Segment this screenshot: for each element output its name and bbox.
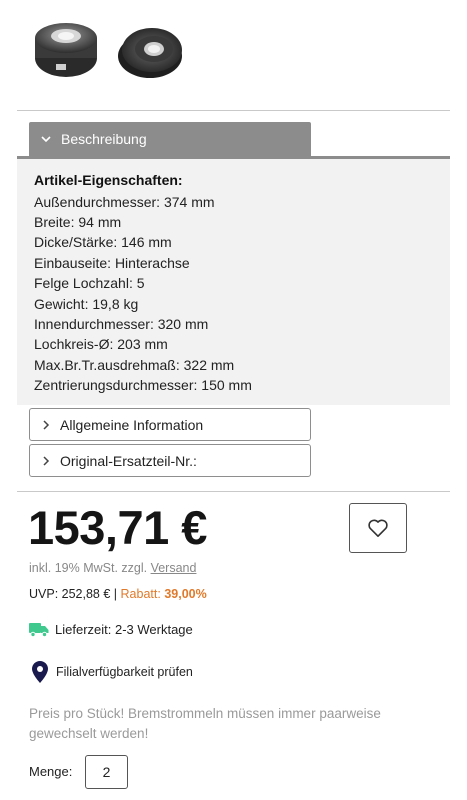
shipping-link[interactable]: Versand bbox=[151, 561, 197, 575]
discount-value: 39,00% bbox=[164, 587, 207, 601]
property-row: Innendurchmesser: 320 mm bbox=[34, 315, 209, 332]
uvp-price: UVP: 252,88 € bbox=[29, 587, 111, 601]
brake-drum-icon bbox=[35, 23, 97, 77]
article-properties: Artikel-Eigenschaften: Außendurchmesser:… bbox=[17, 159, 450, 405]
delivery-time: Lieferzeit: 2-3 Werktage bbox=[29, 621, 193, 637]
discount-label: Rabatt: bbox=[120, 587, 161, 601]
accordion-label: Allgemeine Information bbox=[60, 416, 204, 433]
uvp-separator: | bbox=[110, 587, 121, 601]
brake-drum-icon bbox=[118, 28, 182, 78]
property-row: Dicke/Stärke: 146 mm bbox=[34, 234, 172, 251]
wishlist-button[interactable] bbox=[349, 503, 407, 553]
property-row: Max.Br.Tr.ausdrehmaß: 322 mm bbox=[34, 356, 235, 373]
divider bbox=[17, 491, 450, 492]
price: 153,71 € bbox=[28, 501, 207, 554]
delivery-text: Lieferzeit: 2-3 Werktage bbox=[55, 621, 193, 637]
property-row: Zentrierungsdurchmesser: 150 mm bbox=[34, 377, 252, 394]
location-pin-icon bbox=[32, 661, 48, 683]
divider bbox=[17, 110, 450, 111]
property-row: Einbauseite: Hinterachse bbox=[34, 254, 190, 271]
store-text: Filialverfügbarkeit prüfen bbox=[56, 665, 193, 679]
product-thumbnail[interactable] bbox=[28, 16, 104, 86]
chevron-down-icon bbox=[41, 136, 51, 143]
property-row: Gewicht: 19,8 kg bbox=[34, 295, 139, 312]
heart-icon bbox=[368, 519, 388, 537]
property-row: Breite: 94 mm bbox=[34, 213, 122, 230]
quantity-label: Menge: bbox=[29, 764, 73, 779]
product-thumbnail[interactable] bbox=[112, 16, 188, 86]
uvp-line: UVP: 252,88 € | Rabatt: 39,00% bbox=[29, 587, 207, 601]
accordion-allgemeine-information[interactable]: Allgemeine Information bbox=[29, 408, 311, 441]
truck-icon bbox=[29, 623, 49, 637]
property-row: Lochkreis-Ø: 203 mm bbox=[34, 336, 168, 353]
chevron-right-icon bbox=[43, 419, 50, 430]
tab-label: Beschreibung bbox=[61, 131, 147, 147]
discount: Rabatt: 39,00% bbox=[121, 587, 207, 601]
store-availability-link[interactable]: Filialverfügbarkeit prüfen bbox=[32, 661, 193, 683]
pair-replacement-note: Preis pro Stück! Bremstrommeln müssen im… bbox=[29, 706, 381, 741]
tax-note: inkl. 19% MwSt. zzgl. Versand bbox=[29, 561, 196, 575]
property-row: Außendurchmesser: 374 mm bbox=[34, 193, 215, 210]
properties-heading: Artikel-Eigenschaften: bbox=[34, 172, 183, 188]
accordion-original-ersatzteil[interactable]: Original-Ersatzteil-Nr.: bbox=[29, 444, 311, 477]
tab-beschreibung[interactable]: Beschreibung bbox=[29, 122, 311, 156]
tax-text: inkl. 19% MwSt. zzgl. bbox=[29, 561, 148, 575]
quantity-input[interactable] bbox=[85, 755, 128, 789]
property-row: Felge Lochzahl: 5 bbox=[34, 275, 145, 292]
accordion-label: Original-Ersatzteil-Nr.: bbox=[60, 452, 197, 469]
chevron-right-icon bbox=[43, 455, 50, 466]
